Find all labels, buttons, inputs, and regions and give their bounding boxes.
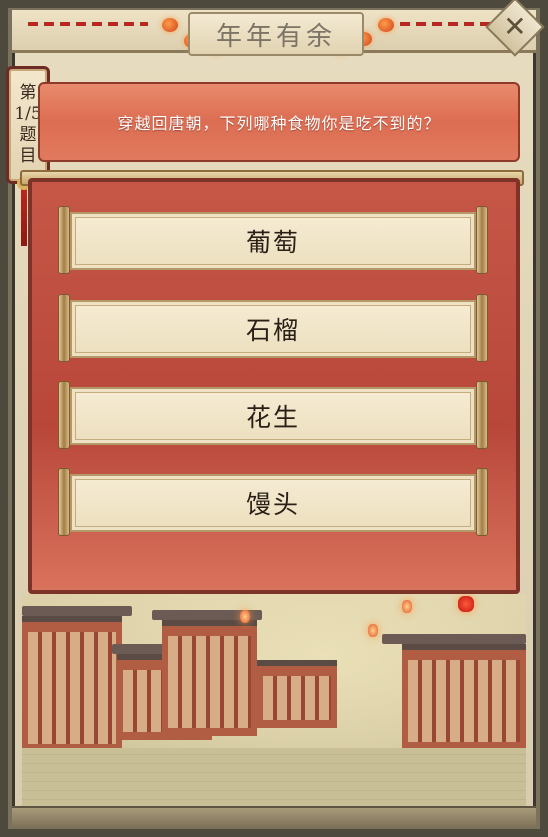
building-center [257, 660, 337, 728]
close-icon: ✕ [503, 9, 527, 43]
scroll-rod-left [58, 381, 70, 449]
building-right [402, 644, 526, 750]
answer-label: 花生 [245, 403, 300, 432]
answer-label: 馒头 [245, 490, 300, 519]
roof [22, 606, 132, 616]
scroll-rod-right [476, 294, 488, 362]
scroll-rod-left [58, 294, 70, 362]
background-scene [22, 594, 526, 808]
answer-option-1[interactable]: 葡萄 [58, 206, 488, 274]
scroll-rod-right [476, 468, 488, 536]
scroll-rod-left [58, 206, 70, 274]
sky-lantern-icon [402, 600, 412, 613]
sky-lantern-icon [368, 624, 378, 637]
question-banner: 穿越回唐朝，下列哪种食物你是吃不到的？ [38, 82, 520, 162]
progress-prefix: 第 [19, 83, 37, 103]
answer-paper[interactable]: 石榴 [70, 300, 476, 358]
street [22, 748, 526, 808]
scroll-rod-right [476, 381, 488, 449]
lantern-icon [162, 18, 178, 32]
scroll-rod-right [476, 206, 488, 274]
answer-label: 石榴 [245, 316, 300, 345]
sky-lantern-icon [240, 610, 250, 623]
bottom-border [12, 806, 536, 828]
answer-label: 葡萄 [245, 228, 300, 257]
ornament-left [28, 22, 148, 26]
progress-suffix-2: 目 [19, 146, 37, 166]
progress-suffix-1: 题 [19, 125, 37, 145]
title-plaque: 年年有余 [188, 12, 364, 56]
lantern-icon [378, 18, 394, 32]
answer-option-2[interactable]: 石榴 [58, 294, 488, 362]
page-title: 年年有余 [215, 21, 336, 52]
red-lantern-icon [458, 596, 474, 612]
question-text: 穿越回唐朝，下列哪种食物你是吃不到的？ [117, 114, 441, 133]
building-left [22, 616, 122, 752]
answer-paper[interactable]: 花生 [70, 387, 476, 445]
scroll-rod-left [58, 468, 70, 536]
answer-option-4[interactable]: 馒头 [58, 468, 488, 536]
answer-option-3[interactable]: 花生 [58, 381, 488, 449]
answer-paper[interactable]: 馒头 [70, 474, 476, 532]
roof [382, 634, 526, 644]
pagoda [162, 620, 257, 736]
answer-paper[interactable]: 葡萄 [70, 212, 476, 270]
